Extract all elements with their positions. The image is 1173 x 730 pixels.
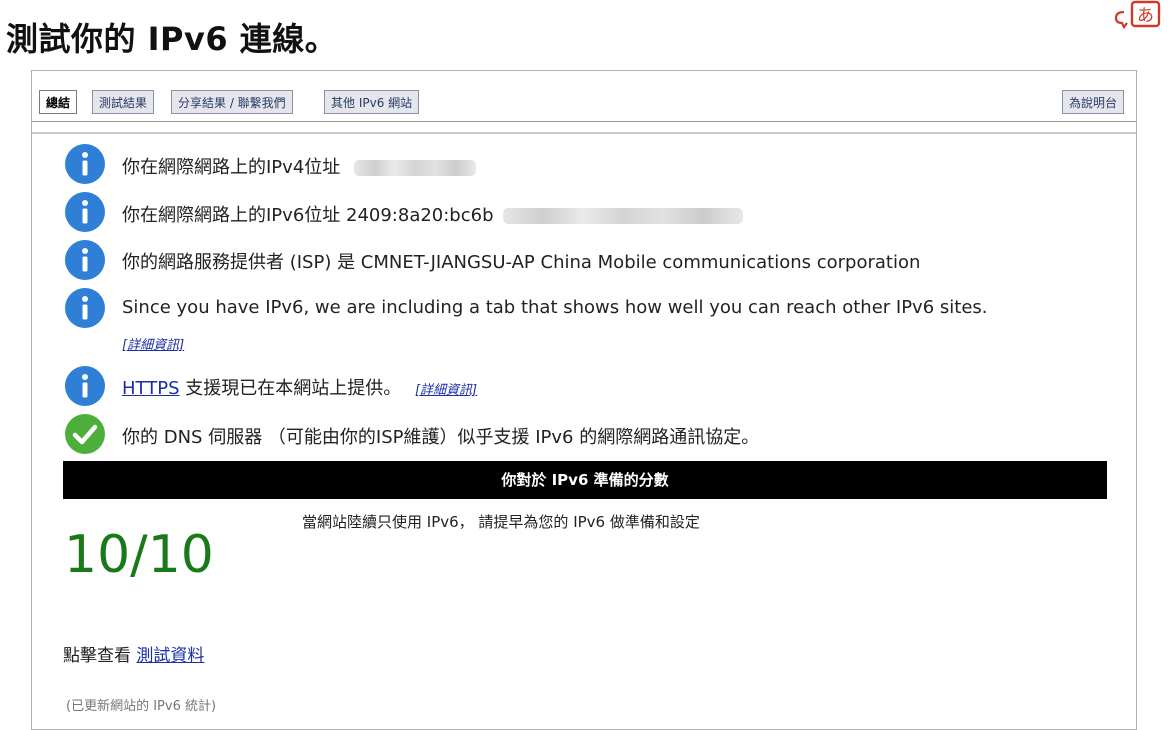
ipv6-tab-note: Since you have IPv6, we are including a … bbox=[122, 297, 988, 318]
tab-other-ipv6-sites[interactable]: 其他 IPv6 網站 bbox=[324, 90, 420, 114]
info-icon bbox=[65, 366, 105, 406]
tab-test-results[interactable]: 測試結果 bbox=[92, 90, 155, 114]
score-value: 10/10 bbox=[64, 525, 214, 585]
tab-summary[interactable]: 總結 bbox=[39, 90, 78, 114]
svg-text:あ: あ bbox=[1137, 6, 1154, 26]
results-panel: 總結 測試結果 分享結果 / 聯繫我們 其他 IPv6 網站 為說明台 你在網際… bbox=[31, 70, 1137, 730]
more-info-link[interactable]: [詳細資訊] bbox=[415, 383, 477, 398]
score-banner: 你對於 IPv6 準備的分數 bbox=[63, 461, 1107, 499]
ipv4-label: 你在網際網路上的IPv4位址 bbox=[122, 157, 341, 178]
ipv4-row: 你在網際網路上的IPv4位址 bbox=[122, 153, 477, 179]
ipv6-label: 你在網際網路上的IPv6位址 2409:8a20:bc6b bbox=[122, 205, 494, 226]
test-data-link[interactable]: 測試資料 bbox=[136, 646, 204, 666]
more-info-link[interactable]: [詳細資訊] bbox=[122, 338, 184, 353]
translate-icon[interactable]: あ bbox=[1102, 0, 1162, 30]
tab-share-contact[interactable]: 分享結果 / 聯繫我們 bbox=[171, 90, 293, 114]
tab-bar: 總結 測試結果 分享結果 / 聯繫我們 其他 IPv6 網站 為說明台 bbox=[32, 71, 1136, 134]
https-label: 支援現已在本網站上提供。 bbox=[179, 378, 402, 399]
ipv6-tab-more-row: [詳細資訊] bbox=[122, 333, 184, 354]
ipv4-address-redacted bbox=[354, 160, 477, 176]
https-link[interactable]: HTTPS bbox=[122, 378, 180, 399]
check-icon bbox=[65, 414, 105, 454]
dns-row: 你的 DNS 伺服器 （可能由你的ISP維護）似乎支援 IPv6 的網際網路通訊… bbox=[122, 427, 760, 448]
info-icon bbox=[65, 144, 105, 184]
stats-note: (已更新網站的 IPv6 統計) bbox=[66, 699, 217, 714]
page-title: 測試你的 IPv6 連線。 bbox=[6, 20, 338, 58]
info-icon bbox=[65, 192, 105, 232]
test-data-prefix: 點擊查看 bbox=[63, 646, 137, 666]
isp-row: 你的網路服務提供者 (ISP) 是 CMNET-JIANGSU-AP China… bbox=[122, 252, 921, 273]
score-subtitle: 當網站陸續只使用 IPv6， 請提早為您的 IPv6 做準備和設定 bbox=[302, 513, 700, 531]
test-data-row: 點擊查看 測試資料 bbox=[63, 641, 204, 666]
ipv6-row: 你在網際網路上的IPv6位址 2409:8a20:bc6b bbox=[122, 201, 744, 227]
info-icon bbox=[65, 288, 105, 328]
tab-helpdesk[interactable]: 為說明台 bbox=[1062, 90, 1125, 114]
info-icon bbox=[65, 240, 105, 280]
ipv6-address-redacted bbox=[503, 208, 744, 224]
https-row: HTTPS 支援現已在本網站上提供。 [詳細資訊] bbox=[122, 374, 477, 400]
